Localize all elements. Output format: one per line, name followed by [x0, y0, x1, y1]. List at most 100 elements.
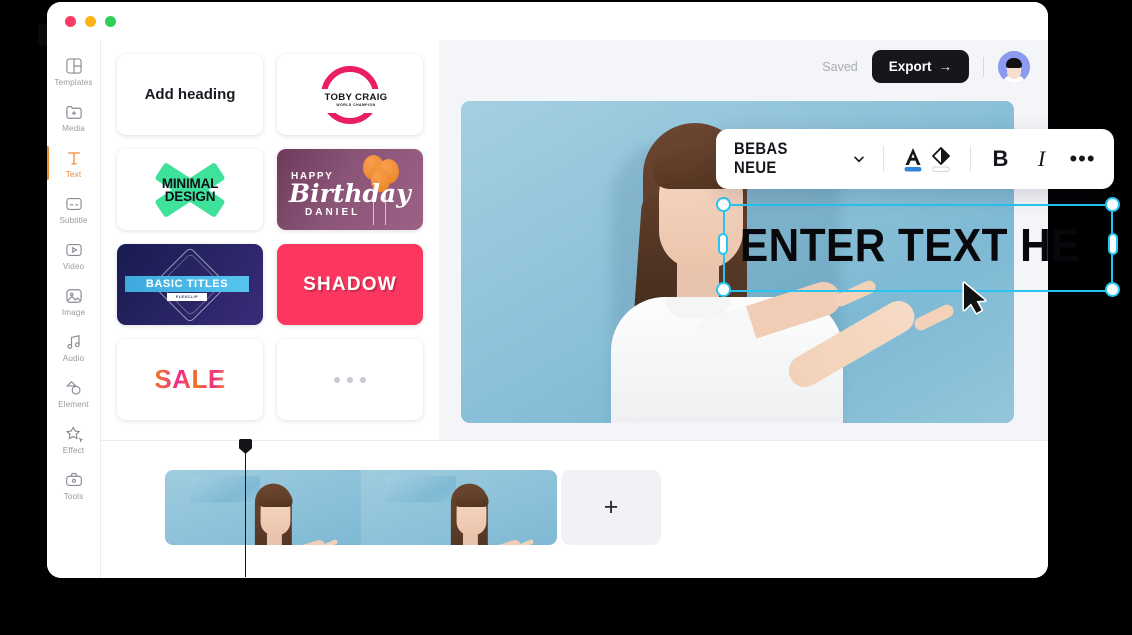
- timeline: +: [101, 440, 1048, 578]
- title-bar: [47, 2, 1048, 40]
- image-icon: [65, 288, 82, 303]
- basic-titles-subband: FLEXCLIP: [167, 293, 207, 301]
- template-card-basic-titles[interactable]: BASIC TITLES FLEXCLIP: [117, 244, 263, 325]
- more-options-button[interactable]: •••: [1069, 142, 1096, 176]
- templates-icon: [65, 57, 82, 74]
- close-button[interactable]: [65, 16, 76, 27]
- effect-star-icon: [65, 425, 83, 442]
- chevron-down-icon[interactable]: [851, 151, 867, 167]
- plus-icon: +: [603, 493, 619, 521]
- template-card-shadow[interactable]: SHADOW: [277, 244, 423, 325]
- text-color-button[interactable]: [900, 142, 927, 176]
- fill-bucket-icon: [931, 147, 950, 172]
- template-card-sale[interactable]: SALE: [117, 339, 263, 420]
- header-divider: [983, 56, 984, 77]
- element-icon: [65, 380, 80, 394]
- sidebar-label: Audio: [62, 353, 85, 363]
- screenshot-root: Templates Media Text Subtitle Video Imag…: [0, 0, 1132, 635]
- template-card-title: SALE: [154, 364, 226, 394]
- sidebar-label: Video: [62, 261, 85, 271]
- canvas-text-element[interactable]: ENTER TEXT HERE: [740, 218, 1082, 272]
- sidebar-label: Text: [65, 169, 82, 179]
- clip-fringe: [258, 490, 293, 508]
- sidebar-item-element[interactable]: Element: [47, 370, 100, 416]
- minimal-text-block: MINIMAL DESIGN: [161, 175, 219, 204]
- template-card-subtitle: FLEXCLIP: [175, 295, 199, 299]
- text-color-icon: [904, 148, 922, 172]
- template-grid: Add heading TOBY CRAIG WORLD CHAMPION MI…: [117, 54, 423, 420]
- minimize-button[interactable]: [85, 16, 96, 27]
- font-family-value[interactable]: BEBAS NEUE: [734, 140, 825, 178]
- fill-color-button[interactable]: [927, 142, 954, 176]
- clip-thumbnail: [190, 475, 354, 545]
- basic-titles-graphic: BASIC TITLES FLEXCLIP: [117, 244, 263, 325]
- toolbar-divider: [970, 146, 971, 172]
- template-card-title: TOBY CRAIG: [324, 91, 388, 103]
- template-card-more[interactable]: [277, 339, 423, 420]
- sidebar-item-effect[interactable]: Effect: [47, 416, 100, 462]
- arrow-right-icon: →: [938, 59, 953, 74]
- template-card-happy-birthday[interactable]: HAPPY Birthday DANIEL: [277, 149, 423, 230]
- resize-handle-bottom-right[interactable]: [1105, 282, 1120, 297]
- maximize-button[interactable]: [105, 16, 116, 27]
- bold-button[interactable]: B: [987, 142, 1014, 176]
- sidebar-label: Effect: [62, 445, 85, 455]
- sidebar-label: Templates: [54, 77, 93, 87]
- sidebar-item-templates[interactable]: Templates: [47, 48, 100, 94]
- avatar-hair: [1006, 57, 1022, 68]
- arrow-cursor: [962, 281, 987, 315]
- resize-handle-top-left[interactable]: [716, 197, 731, 212]
- templates-panel: Add heading TOBY CRAIG WORLD CHAMPION MI…: [101, 40, 439, 440]
- left-sidebar: Templates Media Text Subtitle Video Imag…: [47, 40, 101, 578]
- editor-header: Saved Export →: [439, 40, 1048, 93]
- toby-ring-graphic: TOBY CRAIG WORLD CHAMPION: [319, 65, 393, 124]
- resize-handle-bottom-left[interactable]: [716, 282, 731, 297]
- template-card-title: BASIC TITLES: [145, 278, 229, 290]
- tools-case-icon: [65, 472, 82, 486]
- export-button[interactable]: Export →: [871, 50, 969, 83]
- sidebar-item-subtitle[interactable]: Subtitle: [47, 186, 100, 232]
- template-card-subtitle: WORLD CHAMPION: [336, 102, 376, 107]
- sidebar-item-image[interactable]: Image: [47, 278, 100, 324]
- birthday-graphic: HAPPY Birthday DANIEL: [277, 149, 423, 230]
- sidebar-label: Tools: [63, 491, 84, 501]
- media-add-icon: [65, 105, 82, 119]
- sidebar-item-media[interactable]: Media: [47, 94, 100, 140]
- template-card-toby-craig[interactable]: TOBY CRAIG WORLD CHAMPION: [277, 54, 423, 135]
- playhead-line: [244, 452, 247, 577]
- template-card-title: SHADOW: [303, 273, 397, 295]
- template-card-minimal-design[interactable]: MINIMAL DESIGN: [117, 149, 263, 230]
- sidebar-item-audio[interactable]: Audio: [47, 324, 100, 370]
- sidebar-item-text[interactable]: Text: [47, 140, 100, 186]
- timeline-clip[interactable]: [165, 470, 361, 545]
- subtitle-icon: [65, 197, 82, 210]
- avatar[interactable]: [998, 50, 1030, 83]
- resize-handle-middle-right[interactable]: [1108, 233, 1118, 255]
- window-left-notch: [38, 24, 47, 46]
- template-card-line1: MINIMAL: [161, 175, 219, 191]
- minimal-graphic: MINIMAL DESIGN: [117, 149, 263, 230]
- export-label: Export: [888, 59, 932, 74]
- resize-handle-middle-left[interactable]: [718, 233, 728, 255]
- clip-bg: [190, 475, 260, 503]
- saved-status: Saved: [822, 59, 858, 74]
- resize-handle-top-right[interactable]: [1105, 197, 1120, 212]
- sidebar-label: Element: [58, 399, 89, 409]
- sidebar-label: Image: [61, 307, 86, 317]
- italic-button[interactable]: I: [1028, 142, 1055, 176]
- toolbar-divider: [883, 146, 884, 172]
- clip-finger-upper: [518, 538, 535, 545]
- clip-fringe: [454, 490, 489, 508]
- clip-finger-upper: [322, 538, 339, 545]
- sidebar-label: Subtitle: [59, 215, 88, 225]
- sidebar-item-video[interactable]: Video: [47, 232, 100, 278]
- shadow-graphic: SHADOW: [277, 244, 423, 325]
- text-t-icon: [67, 151, 80, 164]
- audio-note-icon: [66, 334, 80, 349]
- template-card-line2: DESIGN: [164, 188, 216, 204]
- template-card-add-heading[interactable]: Add heading: [117, 54, 263, 135]
- sidebar-label: Media: [62, 123, 85, 133]
- timeline-clip[interactable]: [361, 470, 557, 545]
- sidebar-item-tools[interactable]: Tools: [47, 462, 100, 508]
- add-clip-button[interactable]: +: [561, 470, 661, 545]
